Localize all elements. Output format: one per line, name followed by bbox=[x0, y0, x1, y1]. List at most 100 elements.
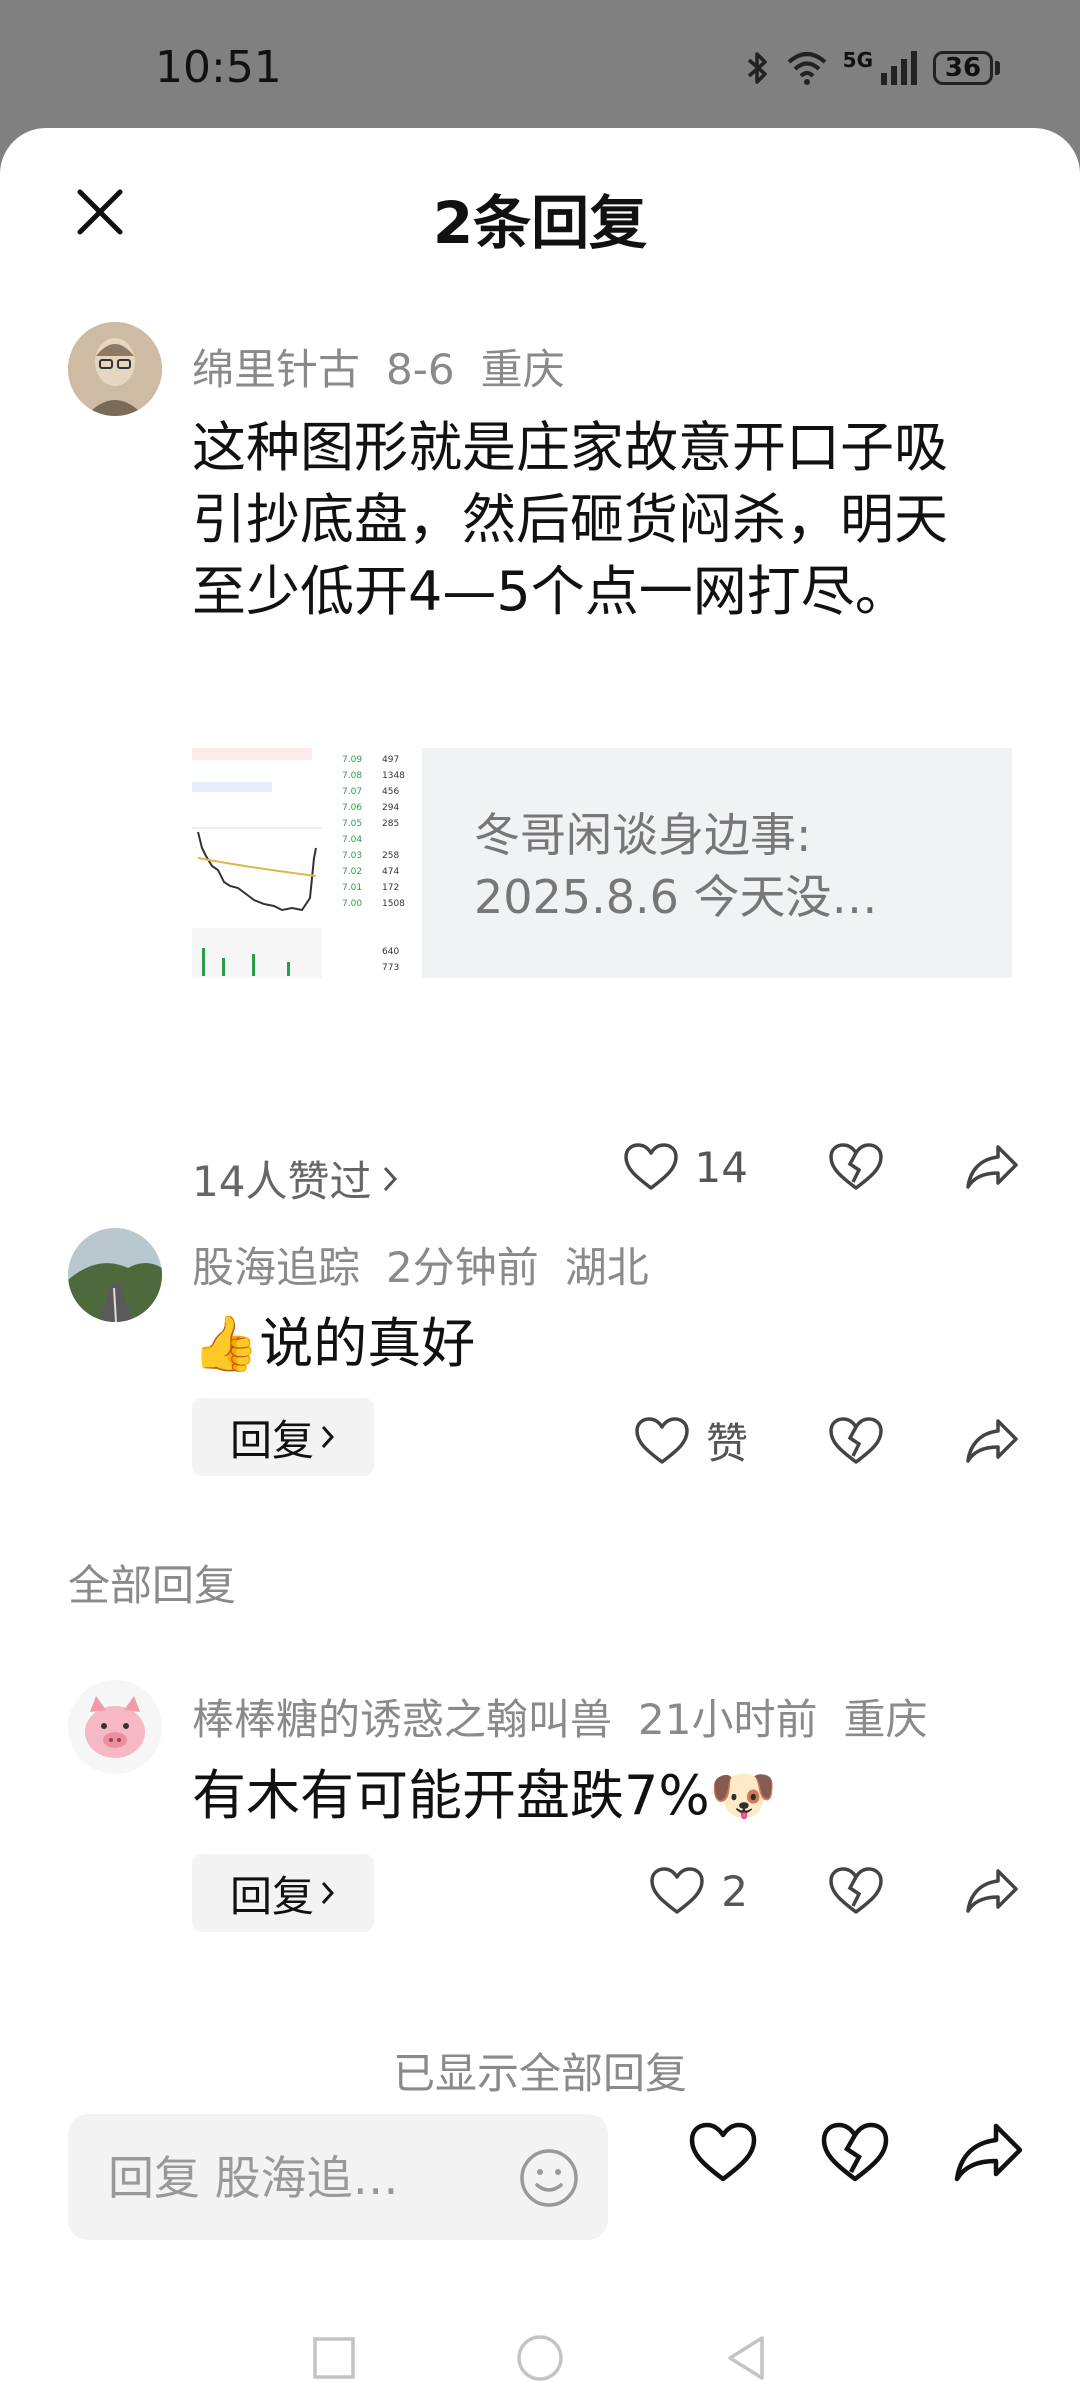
heart-icon bbox=[634, 1416, 690, 1466]
like-count: 14 bbox=[694, 1142, 748, 1192]
like-button[interactable]: 赞 bbox=[634, 1410, 748, 1471]
avatar[interactable] bbox=[68, 1228, 162, 1322]
reply-input[interactable] bbox=[106, 2114, 530, 2242]
bluetooth-icon bbox=[745, 50, 771, 86]
comment-location: 重庆 bbox=[843, 1695, 928, 1744]
battery-level: 36 bbox=[933, 51, 993, 85]
dislike-button[interactable] bbox=[828, 1866, 884, 1916]
svg-text:773: 773 bbox=[382, 963, 399, 973]
comment-date: 21小时前 bbox=[638, 1695, 818, 1744]
svg-text:7.06: 7.06 bbox=[342, 803, 362, 813]
avatar[interactable] bbox=[68, 322, 162, 416]
quoted-post-thumbnail: 7.09 7.08 7.07 7.06 7.05 7.04 7.03 7.02 7.01 7.00… bbox=[192, 748, 422, 978]
svg-text:7.08: 7.08 bbox=[342, 771, 362, 781]
like-label: 赞 bbox=[705, 1419, 748, 1468]
share-icon bbox=[964, 1417, 1020, 1465]
svg-text:1348: 1348 bbox=[382, 771, 405, 781]
likers-link[interactable]: 14人赞过 bbox=[192, 1148, 399, 1209]
comment-text: 👍说的真好 bbox=[192, 1308, 992, 1380]
avatar[interactable] bbox=[68, 1680, 162, 1774]
wifi-icon bbox=[785, 50, 829, 86]
status-time: 10:51 bbox=[155, 42, 282, 93]
dislike-button[interactable] bbox=[828, 1142, 884, 1192]
svg-text:474: 474 bbox=[382, 867, 399, 877]
recent-apps-icon[interactable] bbox=[312, 2336, 356, 2380]
network-type: 5G bbox=[842, 48, 873, 72]
comment-text: 有木有可能开盘跌7%🐶 bbox=[192, 1760, 992, 1832]
chevron-right-icon bbox=[320, 1879, 336, 1907]
status-bar: 10:51 5G 36 bbox=[0, 0, 1080, 130]
replies-sheet: 2条回复 绵里针古 8-6 重庆 这种图形就是庄家故意开口子吸引抄底盘，然后砸货闷杀… bbox=[0, 128, 1080, 2400]
home-icon[interactable] bbox=[516, 2334, 564, 2382]
broken-heart-icon bbox=[828, 1416, 884, 1466]
author-name[interactable]: 棒棒糖的诱惑之翰叫兽 bbox=[192, 1695, 612, 1744]
reply-button-label: 回复 bbox=[229, 1871, 314, 1921]
likers-count: 14人赞过 bbox=[192, 1157, 372, 1206]
like-count: 2 bbox=[721, 1866, 748, 1916]
svg-text:172: 172 bbox=[382, 883, 399, 893]
section-label-all-replies: 全部回复 bbox=[68, 1561, 237, 1610]
svg-text:7.05: 7.05 bbox=[342, 819, 362, 829]
battery-icon: 36 bbox=[933, 51, 1000, 85]
svg-text:258: 258 bbox=[382, 851, 399, 861]
sheet-header: 2条回复 bbox=[0, 128, 1080, 288]
quoted-post-text: 冬哥闲谈身边事: 2025.8.6 今天没… bbox=[474, 808, 878, 924]
chevron-right-icon bbox=[320, 1423, 336, 1451]
dog-face-emoji: 🐶 bbox=[709, 1764, 777, 1827]
system-nav-bar bbox=[0, 2316, 1080, 2400]
reply-actions: 2 bbox=[649, 1866, 1020, 1916]
share-button[interactable] bbox=[964, 1867, 1020, 1915]
heart-icon bbox=[649, 1866, 705, 1916]
reply-button-label: 回复 bbox=[229, 1415, 314, 1465]
thumbs-up-emoji: 👍 bbox=[192, 1312, 260, 1375]
signal-icon bbox=[879, 51, 919, 85]
svg-text:7.02: 7.02 bbox=[342, 867, 362, 877]
like-button[interactable]: 2 bbox=[649, 1866, 748, 1916]
comment-text: 这种图形就是庄家故意开口子吸引抄底盘，然后砸货闷杀，明天至少低开4—5个点一网打… bbox=[192, 416, 948, 623]
author-name[interactable]: 绵里针古 bbox=[192, 345, 360, 394]
quoted-post-card[interactable]: 7.09 7.08 7.07 7.06 7.05 7.04 7.03 7.02 7.01 7.00… bbox=[192, 748, 1012, 978]
broken-heart-icon[interactable] bbox=[820, 2122, 890, 2184]
heart-icon[interactable] bbox=[688, 2122, 758, 2184]
svg-text:285: 285 bbox=[382, 819, 399, 829]
end-of-replies-note: 已显示全部回复 bbox=[392, 2049, 687, 2098]
share-button[interactable] bbox=[964, 1417, 1020, 1465]
broken-heart-icon bbox=[828, 1866, 884, 1916]
status-icons: 5G 36 bbox=[745, 46, 1000, 90]
reply-button[interactable]: 回复 bbox=[192, 1854, 374, 1932]
reply-input-bar bbox=[68, 2114, 608, 2242]
chevron-right-icon bbox=[381, 1164, 399, 1194]
share-button[interactable] bbox=[964, 1143, 1020, 1191]
comment-meta: 棒棒糖的诱惑之翰叫兽 21小时前 重庆 bbox=[192, 1686, 953, 1747]
reply-actions: 赞 bbox=[634, 1410, 1020, 1471]
author-name[interactable]: 股海追踪 bbox=[192, 1243, 360, 1292]
sheet-title: 2条回复 bbox=[432, 189, 648, 257]
svg-text:7.04: 7.04 bbox=[342, 835, 362, 845]
share-icon bbox=[964, 1143, 1020, 1191]
svg-text:7.03: 7.03 bbox=[342, 851, 362, 861]
comment-location: 湖北 bbox=[564, 1243, 649, 1292]
svg-text:640: 640 bbox=[382, 947, 399, 957]
svg-text:7.00: 7.00 bbox=[342, 899, 362, 909]
broken-heart-icon bbox=[828, 1142, 884, 1192]
bottom-actions bbox=[688, 2122, 1024, 2184]
share-icon[interactable] bbox=[952, 2122, 1024, 2184]
svg-text:1508: 1508 bbox=[382, 899, 405, 909]
comment-location: 重庆 bbox=[480, 345, 565, 394]
comment-meta: 绵里针古 8-6 重庆 bbox=[192, 336, 591, 397]
emoji-icon[interactable] bbox=[518, 2147, 580, 2209]
like-button[interactable]: 14 bbox=[623, 1142, 748, 1192]
comment-date: 8-6 bbox=[386, 345, 455, 394]
svg-text:456: 456 bbox=[382, 787, 399, 797]
comment-meta: 股海追踪 2分钟前 湖北 bbox=[192, 1234, 675, 1295]
comment-text-body: 说的真好 bbox=[259, 1312, 476, 1375]
heart-icon bbox=[623, 1142, 679, 1192]
dislike-button[interactable] bbox=[828, 1416, 884, 1466]
back-icon[interactable] bbox=[724, 2334, 768, 2382]
share-icon bbox=[964, 1867, 1020, 1915]
svg-text:294: 294 bbox=[382, 803, 399, 813]
reply-button[interactable]: 回复 bbox=[192, 1398, 374, 1476]
svg-text:497: 497 bbox=[382, 755, 399, 765]
comment-date: 2分钟前 bbox=[386, 1243, 539, 1292]
comment-text-body: 有木有可能开盘跌7% bbox=[192, 1764, 710, 1827]
